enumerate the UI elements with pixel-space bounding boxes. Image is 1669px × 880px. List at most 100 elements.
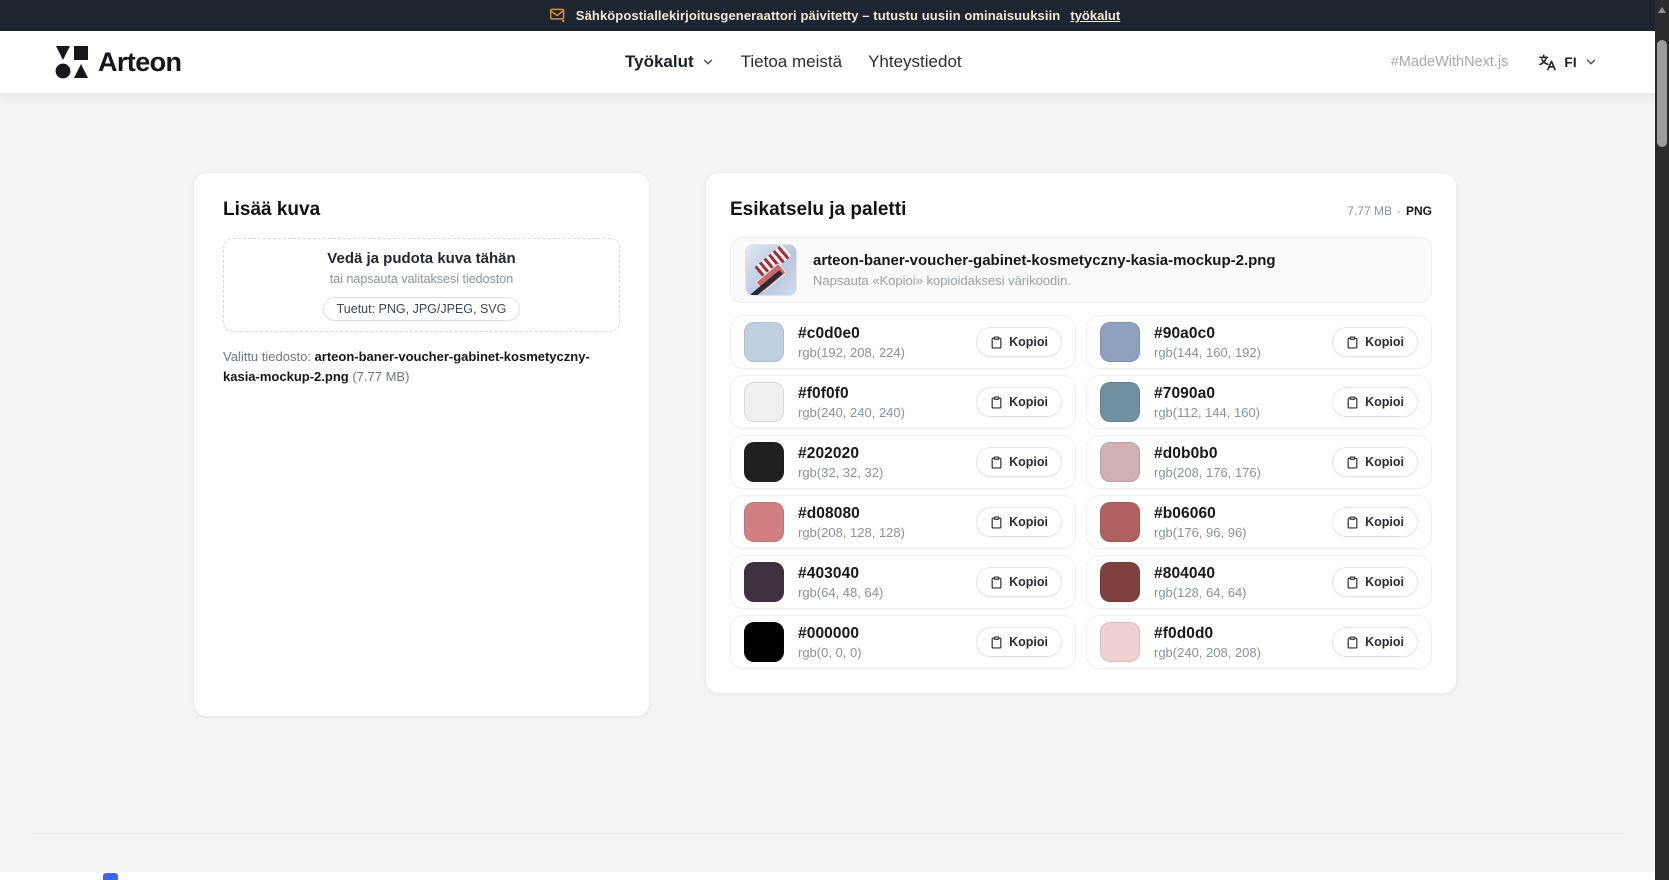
clipboard-icon bbox=[990, 336, 1003, 349]
copy-button[interactable]: Kopioi bbox=[976, 507, 1062, 537]
copy-button[interactable]: Kopioi bbox=[1332, 627, 1418, 657]
nav-item-tietoa-meista[interactable]: Tietoa meistä bbox=[741, 52, 842, 72]
clipboard-icon bbox=[1346, 396, 1359, 409]
made-with-link[interactable]: #MadeWithNext.js bbox=[1391, 54, 1509, 70]
color-row: #7090a0 rgb(112, 144, 160) Kopioi bbox=[1086, 375, 1432, 429]
copy-button[interactable]: Kopioi bbox=[1332, 447, 1418, 477]
color-swatch bbox=[744, 442, 784, 482]
copy-button[interactable]: Kopioi bbox=[976, 447, 1062, 477]
copy-button-label: Kopioi bbox=[1009, 575, 1048, 589]
language-code: FI bbox=[1564, 55, 1577, 70]
vertical-scrollbar[interactable] bbox=[1655, 0, 1669, 880]
clipboard-icon bbox=[1346, 576, 1359, 589]
color-row: #90a0c0 rgb(144, 160, 192) Kopioi bbox=[1086, 315, 1432, 369]
language-selector[interactable]: FI bbox=[1538, 53, 1598, 72]
color-swatch bbox=[744, 562, 784, 602]
color-rgb: rgb(144, 160, 192) bbox=[1154, 345, 1318, 360]
color-row: #d0b0b0 rgb(208, 176, 176) Kopioi bbox=[1086, 435, 1432, 489]
copy-button[interactable]: Kopioi bbox=[976, 627, 1062, 657]
file-dropzone[interactable]: Vedä ja pudota kuva tähän tai napsauta v… bbox=[223, 238, 620, 332]
copy-button-label: Kopioi bbox=[1009, 455, 1048, 469]
clipboard-icon bbox=[990, 456, 1003, 469]
copy-button[interactable]: Kopioi bbox=[976, 567, 1062, 597]
file-meta-size: 7.77 MB bbox=[1347, 204, 1392, 218]
copy-button[interactable]: Kopioi bbox=[1332, 327, 1418, 357]
copy-button-label: Kopioi bbox=[1365, 395, 1404, 409]
announcement-banner: Sähköpostiallekirjoitusgeneraattori päiv… bbox=[0, 0, 1669, 31]
color-swatch bbox=[1100, 322, 1140, 362]
copy-button-label: Kopioi bbox=[1365, 575, 1404, 589]
file-meta-separator: · bbox=[1397, 204, 1401, 218]
color-swatch bbox=[744, 322, 784, 362]
clipboard-icon bbox=[990, 396, 1003, 409]
color-swatch bbox=[1100, 622, 1140, 662]
color-row: #f0f0f0 rgb(240, 240, 240) Kopioi bbox=[730, 375, 1076, 429]
color-swatch bbox=[744, 622, 784, 662]
supported-formats-badge: Tuetut: PNG, JPG/JPEG, SVG bbox=[323, 297, 521, 321]
palette-card-header: Esikatselu ja paletti 7.77 MB · PNG bbox=[730, 199, 1432, 221]
scrollbar-up-arrow[interactable] bbox=[1658, 7, 1666, 13]
clipboard-icon bbox=[1346, 456, 1359, 469]
clipboard-icon bbox=[990, 576, 1003, 589]
clipboard-icon bbox=[990, 516, 1003, 529]
file-preview-info: arteon-baner-voucher-gabinet-kosmetyczny… bbox=[813, 252, 1276, 288]
copy-button[interactable]: Kopioi bbox=[1332, 387, 1418, 417]
color-rgb: rgb(208, 176, 176) bbox=[1154, 465, 1318, 480]
color-row: #202020 rgb(32, 32, 32) Kopioi bbox=[730, 435, 1076, 489]
color-row: #f0d0d0 rgb(240, 208, 208) Kopioi bbox=[1086, 615, 1432, 669]
file-meta-type: PNG bbox=[1406, 204, 1432, 218]
footer-divider bbox=[32, 833, 1624, 834]
palette-card: Esikatselu ja paletti 7.77 MB · PNG arte… bbox=[705, 172, 1457, 694]
color-rgb: rgb(240, 240, 240) bbox=[798, 405, 962, 420]
color-swatch bbox=[1100, 502, 1140, 542]
color-info: #f0f0f0 rgb(240, 240, 240) bbox=[798, 385, 962, 420]
selected-file-label: Valittu tiedosto: bbox=[223, 349, 311, 364]
chevron-down-icon bbox=[701, 55, 715, 69]
color-rgb: rgb(176, 96, 96) bbox=[1154, 525, 1318, 540]
dropzone-primary-text: Vedä ja pudota kuva tähän bbox=[327, 250, 515, 267]
color-rgb: rgb(192, 208, 224) bbox=[798, 345, 962, 360]
copy-button-label: Kopioi bbox=[1365, 455, 1404, 469]
scrollbar-thumb[interactable] bbox=[1657, 40, 1667, 147]
color-info: #90a0c0 rgb(144, 160, 192) bbox=[1154, 325, 1318, 360]
copy-button[interactable]: Kopioi bbox=[1332, 567, 1418, 597]
color-row: #c0d0e0 rgb(192, 208, 224) Kopioi bbox=[730, 315, 1076, 369]
color-rgb: rgb(32, 32, 32) bbox=[798, 465, 962, 480]
selected-file-size: (7.77 MB) bbox=[352, 369, 409, 384]
copy-button-label: Kopioi bbox=[1009, 395, 1048, 409]
color-swatch bbox=[744, 382, 784, 422]
copy-button-label: Kopioi bbox=[1009, 515, 1048, 529]
color-hex: #d08080 bbox=[798, 505, 962, 523]
color-hex: #d0b0b0 bbox=[1154, 445, 1318, 463]
palette-card-title: Esikatselu ja paletti bbox=[730, 199, 906, 221]
announcement-link[interactable]: työkalut bbox=[1070, 8, 1120, 23]
brand-logo[interactable]: Arteon bbox=[55, 45, 181, 79]
main-nav: Työkalut Tietoa meistä Yhteystiedot bbox=[625, 31, 962, 93]
mail-icon bbox=[549, 8, 566, 23]
nav-item-tyokalut[interactable]: Työkalut bbox=[625, 52, 715, 72]
color-grid: #c0d0e0 rgb(192, 208, 224) Kopioi #90a0c… bbox=[730, 315, 1432, 669]
color-swatch bbox=[744, 502, 784, 542]
copy-button-label: Kopioi bbox=[1365, 515, 1404, 529]
color-info: #b06060 rgb(176, 96, 96) bbox=[1154, 505, 1318, 540]
color-row: #804040 rgb(128, 64, 64) Kopioi bbox=[1086, 555, 1432, 609]
color-info: #d08080 rgb(208, 128, 128) bbox=[798, 505, 962, 540]
upload-card: Lisää kuva Vedä ja pudota kuva tähän tai… bbox=[193, 172, 650, 717]
color-hex: #202020 bbox=[798, 445, 962, 463]
clipboard-icon bbox=[990, 636, 1003, 649]
copy-button-label: Kopioi bbox=[1365, 635, 1404, 649]
chevron-down-icon bbox=[1584, 55, 1598, 69]
color-rgb: rgb(128, 64, 64) bbox=[1154, 585, 1318, 600]
copy-button[interactable]: Kopioi bbox=[976, 387, 1062, 417]
nav-item-label: Yhteystiedot bbox=[868, 52, 962, 72]
nav-item-yhteystiedot[interactable]: Yhteystiedot bbox=[868, 52, 962, 72]
color-rgb: rgb(0, 0, 0) bbox=[798, 645, 962, 660]
clipboard-icon bbox=[1346, 516, 1359, 529]
selected-file-text: Valittu tiedosto: arteon-baner-voucher-g… bbox=[223, 347, 620, 387]
color-rgb: rgb(112, 144, 160) bbox=[1154, 405, 1318, 420]
copy-button[interactable]: Kopioi bbox=[976, 327, 1062, 357]
copy-button[interactable]: Kopioi bbox=[1332, 507, 1418, 537]
upload-card-title: Lisää kuva bbox=[223, 199, 620, 221]
color-swatch bbox=[1100, 562, 1140, 602]
color-hex: #f0f0f0 bbox=[798, 385, 962, 403]
